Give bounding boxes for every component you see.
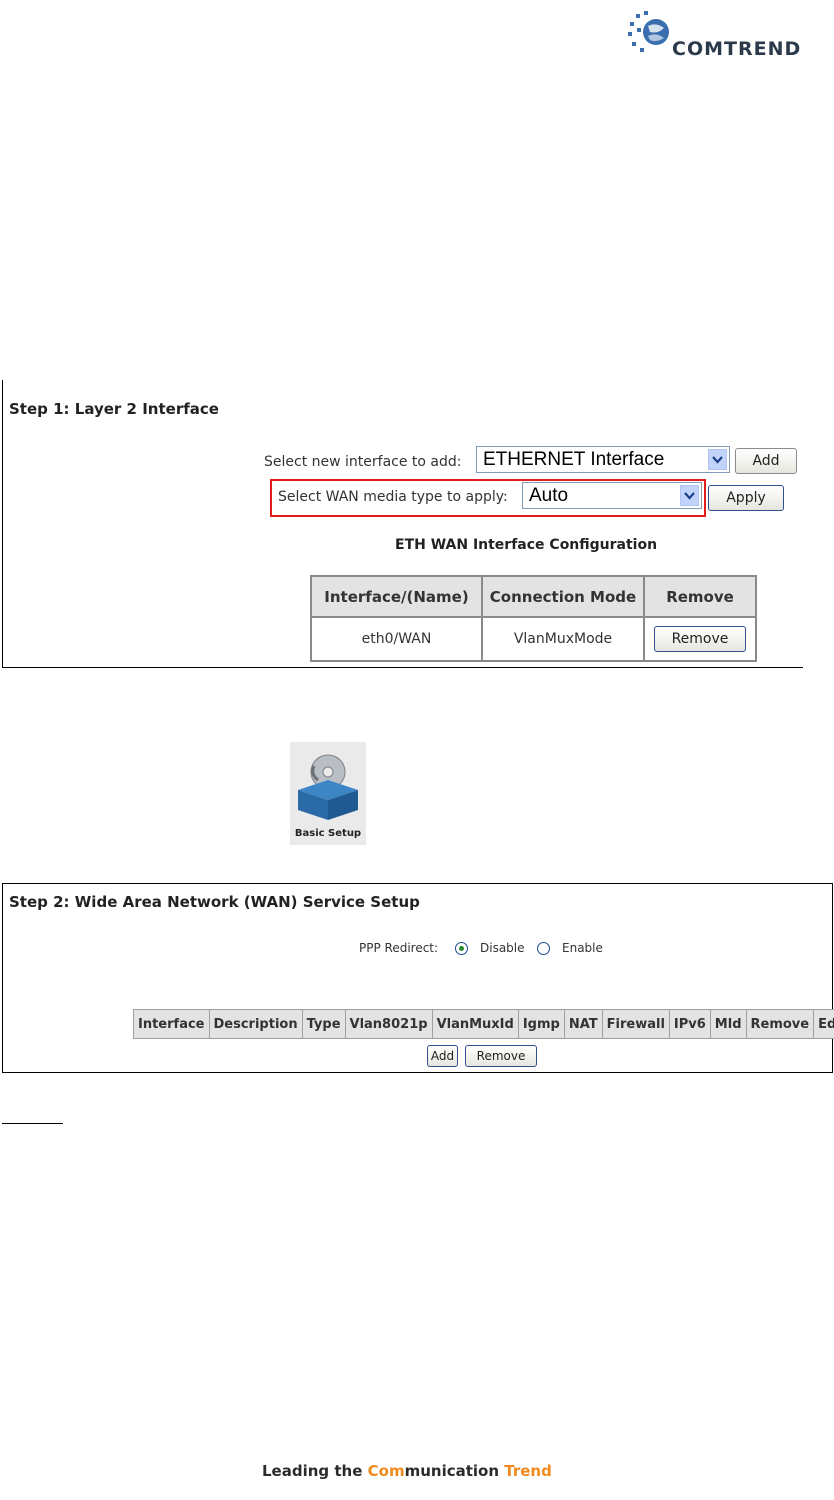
footer-tagline: Leading the Communication Trend [262, 1462, 552, 1480]
add-service-button[interactable]: Add [427, 1045, 458, 1067]
logo-globe-icon [628, 11, 669, 52]
footer-text-2: munication [404, 1462, 505, 1480]
wan-media-label: Select WAN media type to apply: [278, 489, 508, 505]
eth-wan-table: Interface/(Name) Connection Mode Remove … [310, 575, 757, 662]
eth-wan-config-title: ETH WAN Interface Configuration [395, 537, 658, 553]
footer-accent-2: Trend [504, 1462, 552, 1480]
footer-accent-1: Com [367, 1462, 405, 1480]
header-firewall: Firewall [601, 1009, 670, 1039]
step1-title: Step 1: Layer 2 Interface [9, 400, 219, 418]
remove-service-button[interactable]: Remove [465, 1045, 537, 1067]
header-vlanmuxid: VlanMuxId [431, 1009, 519, 1039]
add-interface-select[interactable]: ETHERNET Interface [476, 446, 730, 473]
basic-setup-caption: Basic Setup [294, 828, 362, 839]
remove-interface-button[interactable]: Remove [654, 626, 746, 652]
wan-service-panel [2, 883, 833, 1073]
box-disc-icon [298, 754, 358, 820]
underline-divider [2, 1098, 63, 1124]
header-connection-mode: Connection Mode [481, 575, 645, 618]
header-description: Description [208, 1009, 303, 1039]
cell-remove: Remove [643, 616, 757, 662]
footer-text-1: Leading the [262, 1462, 368, 1480]
ppp-redirect-label: PPP Redirect: [359, 941, 439, 955]
wan-media-select[interactable]: Auto [522, 482, 702, 509]
header-nat: NAT [563, 1009, 603, 1039]
header-interface: Interface/(Name) [310, 575, 483, 618]
header-type: Type [301, 1009, 346, 1039]
wan-service-table: Interface Description Type Vlan8021p Vla… [133, 1009, 834, 1039]
header-mld: Mld [709, 1009, 747, 1039]
ppp-disable-label: Disable [480, 941, 525, 955]
header-remove: Remove [745, 1009, 815, 1039]
ppp-enable-label: Enable [562, 941, 603, 955]
table-row: eth0/WAN VlanMuxMode Remove [310, 616, 757, 662]
header-remove: Remove [643, 575, 757, 618]
logo-text: COMTREND [672, 38, 802, 60]
chevron-down-icon [708, 449, 727, 470]
step2-title: Step 2: Wide Area Network (WAN) Service … [9, 893, 420, 911]
ppp-enable-radio[interactable] [537, 942, 550, 955]
basic-setup-icon: Basic Setup [290, 742, 366, 845]
cell-connection-mode: VlanMuxMode [481, 616, 645, 662]
chevron-down-icon [680, 485, 699, 506]
table-header-row: Interface Description Type Vlan8021p Vla… [133, 1009, 834, 1039]
ppp-disable-radio[interactable] [455, 942, 468, 955]
header-interface: Interface [133, 1009, 210, 1039]
add-interface-button[interactable]: Add [735, 448, 797, 474]
header-ipv6: IPv6 [668, 1009, 711, 1039]
add-interface-select-value: ETHERNET Interface [483, 449, 665, 470]
wan-media-select-value: Auto [529, 485, 569, 506]
header-vlan8021p: Vlan8021p [344, 1009, 433, 1039]
add-interface-label: Select new interface to add: [264, 454, 462, 470]
header-edit: Edit [813, 1009, 834, 1039]
table-header-row: Interface/(Name) Connection Mode Remove [310, 575, 757, 618]
cell-interface: eth0/WAN [310, 616, 483, 662]
comtrend-logo: COMTREND [622, 8, 830, 64]
header-igmp: Igmp [517, 1009, 565, 1039]
apply-button[interactable]: Apply [708, 485, 784, 511]
